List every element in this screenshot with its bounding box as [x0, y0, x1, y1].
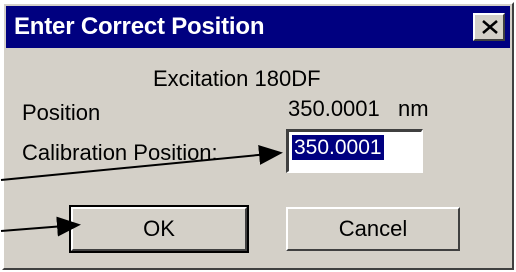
excitation-heading: Excitation 180DF [153, 66, 321, 91]
ok-button[interactable]: OK [69, 205, 249, 253]
position-unit: nm [398, 96, 429, 121]
position-label: Position [22, 100, 101, 125]
title-bar: Enter Correct Position [6, 6, 510, 48]
screenshot-stage: Enter Correct Position Excitation 180DF … [0, 0, 516, 272]
close-button[interactable] [473, 13, 505, 41]
ok-button-label: OK [143, 216, 175, 241]
cancel-button[interactable]: Cancel [286, 207, 460, 251]
dialog-title: Enter Correct Position [14, 13, 265, 40]
position-value: 350.0001 [288, 96, 380, 121]
calibration-position-label: Calibration Position: [22, 140, 218, 165]
calibration-position-input[interactable]: 350.0001 [286, 129, 423, 173]
enter-correct-position-dialog: Enter Correct Position Excitation 180DF … [2, 2, 514, 270]
calibration-position-value: 350.0001 [292, 135, 384, 160]
close-icon [482, 20, 498, 34]
cancel-button-label: Cancel [338, 216, 408, 241]
